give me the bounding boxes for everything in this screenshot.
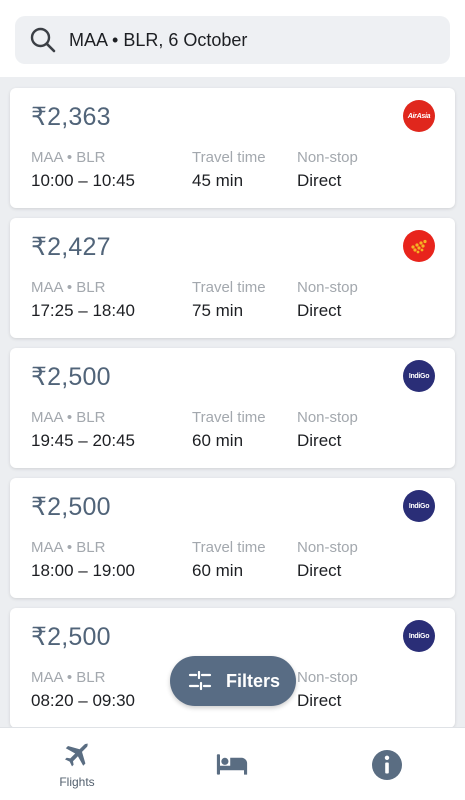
airplane-icon — [65, 743, 89, 767]
route-label: MAA • BLR — [31, 669, 106, 686]
filters-button[interactable]: Filters — [170, 656, 296, 706]
filters-label: Filters — [226, 670, 281, 691]
route-label: MAA • BLR — [31, 279, 106, 296]
search-icon — [30, 27, 56, 53]
flight-duration: 60 min — [192, 561, 244, 580]
travel-time-label: Travel time — [192, 409, 266, 426]
flight-card[interactable]: ₹2,427 MAA • BLR Travel time Non-stop 17… — [10, 218, 455, 338]
nav-info[interactable] — [327, 728, 447, 800]
stops-label: Non-stop — [297, 409, 358, 426]
bed-icon — [216, 754, 248, 775]
flight-times: 18:00 – 19:00 — [31, 561, 135, 580]
flight-stop-type: Direct — [297, 431, 342, 450]
flight-times: 19:45 – 20:45 — [31, 431, 135, 450]
flight-price: ₹2,500 — [31, 623, 111, 651]
bottom-navigation: Flights — [0, 727, 465, 800]
spicejet-mark-icon — [411, 239, 427, 254]
sliders-icon — [188, 671, 212, 691]
flight-price: ₹2,427 — [31, 233, 111, 261]
travel-time-label: Travel time — [192, 279, 266, 296]
spicejet-logo — [403, 230, 435, 262]
travel-time-label: Travel time — [192, 539, 266, 556]
info-icon — [372, 750, 402, 780]
search-bar[interactable]: MAA • BLR, 6 October — [15, 16, 450, 64]
stops-label: Non-stop — [297, 539, 358, 556]
indigo-logo: IndiGo — [403, 360, 435, 392]
flight-results-list[interactable]: ₹2,363 AirAsia MAA • BLR Travel time Non… — [0, 77, 465, 727]
airline-logo-text: IndiGo — [408, 372, 430, 380]
search-query: MAA • BLR, 6 October — [69, 29, 248, 50]
indigo-logo: IndiGo — [403, 490, 435, 522]
nav-flights[interactable]: Flights — [17, 728, 137, 800]
route-label: MAA • BLR — [31, 149, 106, 166]
flight-card[interactable]: ₹2,500 IndiGo MAA • BLR Travel time Non-… — [10, 478, 455, 598]
flight-price: ₹2,363 — [31, 103, 111, 131]
flight-price: ₹2,500 — [31, 493, 111, 521]
flight-times: 17:25 – 18:40 — [31, 301, 135, 320]
flight-stop-type: Direct — [297, 561, 342, 580]
flight-times: 10:00 – 10:45 — [31, 171, 135, 190]
header: MAA • BLR, 6 October — [0, 0, 465, 77]
flight-card[interactable]: ₹2,500 IndiGo MAA • BLR Travel time Non-… — [10, 348, 455, 468]
airline-logo-text: AirAsia — [407, 112, 431, 120]
flight-duration: 75 min — [192, 301, 244, 320]
flight-times: 08:20 – 09:30 — [31, 691, 135, 710]
flight-card[interactable]: ₹2,363 AirAsia MAA • BLR Travel time Non… — [10, 88, 455, 208]
stops-label: Non-stop — [297, 149, 358, 166]
route-label: MAA • BLR — [31, 409, 106, 426]
flight-stop-type: Direct — [297, 301, 342, 320]
stops-label: Non-stop — [297, 669, 358, 686]
nav-flights-label: Flights — [59, 775, 95, 789]
airline-logo-text: IndiGo — [408, 502, 430, 510]
flight-stop-type: Direct — [297, 691, 342, 710]
flight-duration: 60 min — [192, 431, 244, 450]
airasia-logo: AirAsia — [403, 100, 435, 132]
route-label: MAA • BLR — [31, 539, 106, 556]
airline-logo-text: IndiGo — [408, 632, 430, 640]
stops-label: Non-stop — [297, 279, 358, 296]
flight-duration: 45 min — [192, 171, 244, 190]
travel-time-label: Travel time — [192, 149, 266, 166]
flight-price: ₹2,500 — [31, 363, 111, 391]
nav-hotels[interactable] — [172, 728, 292, 800]
indigo-logo: IndiGo — [403, 620, 435, 652]
flight-stop-type: Direct — [297, 171, 342, 190]
